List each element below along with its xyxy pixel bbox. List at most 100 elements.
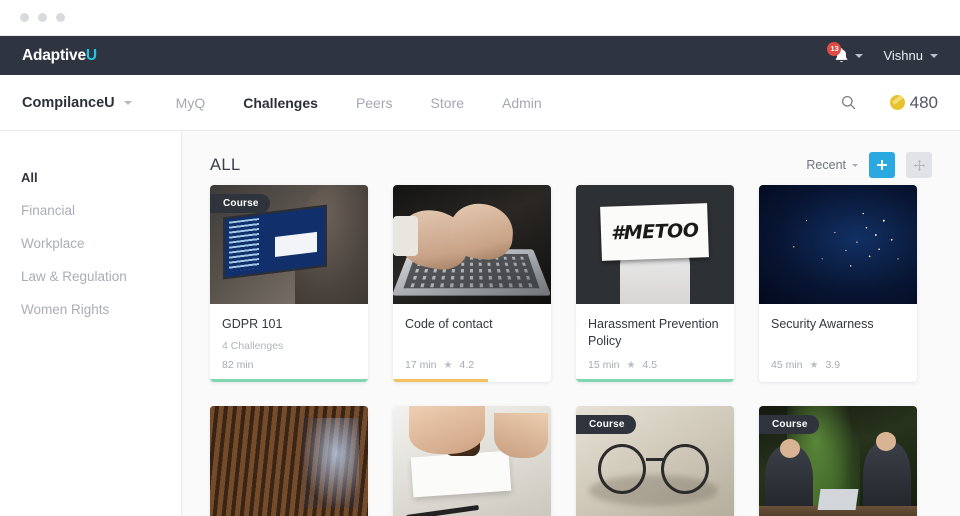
card-progress-bar <box>210 379 368 382</box>
card-duration: 82 min <box>222 359 254 371</box>
logo-text-accent: U <box>85 46 97 64</box>
page-title: ALL <box>210 155 241 174</box>
chevron-down-icon-notifications <box>855 53 864 58</box>
sidebar-item-all[interactable]: All <box>0 161 181 194</box>
sidebar-item-women-rights[interactable]: Women Rights <box>0 293 181 326</box>
card-progress-fill <box>393 379 488 382</box>
card-progress-fill <box>576 379 734 382</box>
sidebar-item-label: Financial <box>21 203 76 218</box>
nav-link-admin[interactable]: Admin <box>502 95 542 111</box>
card-title: Harassment Prevention Policy <box>588 317 719 348</box>
sidebar-item-workplace[interactable]: Workplace <box>0 227 181 260</box>
card-type-badge: Course <box>759 415 819 434</box>
navbar-right: 480 <box>841 93 938 113</box>
card-thumbnail <box>393 185 551 304</box>
thumbnail-image-notary <box>393 406 551 516</box>
course-card[interactable]: #METOO Harassment Prevention Policy 15 m… <box>576 185 734 382</box>
chevron-down-icon-sort <box>852 163 858 167</box>
org-name-label: CompilanceU <box>22 94 115 111</box>
course-card[interactable] <box>393 406 551 516</box>
card-thumbnail: Course <box>210 185 368 304</box>
search-icon[interactable] <box>841 95 856 110</box>
content-header: ALL Recent <box>210 131 932 185</box>
notifications-button[interactable]: 13 <box>827 42 864 64</box>
plus-icon <box>876 159 888 171</box>
sort-label: Recent <box>806 158 846 172</box>
nav-link-challenges[interactable]: Challenges <box>243 95 318 111</box>
sidebar-item-label: Workplace <box>21 236 85 251</box>
chevron-down-icon-user <box>930 53 938 58</box>
org-switcher[interactable]: CompilanceU <box>22 95 132 111</box>
card-progress-bar <box>576 379 734 382</box>
content-area: ALL Recent Course GDPR 101 4 Challenges … <box>182 131 960 516</box>
card-thumbnail <box>393 406 551 516</box>
course-card[interactable]: Security Awarness 45 min ★ 3.9 <box>759 185 917 382</box>
app-logo[interactable]: AdaptiveU <box>22 47 97 65</box>
sidebar-item-label: All <box>21 170 38 185</box>
sort-dropdown[interactable]: Recent <box>806 158 858 172</box>
card-thumbnail: Course <box>759 406 917 516</box>
thumbnail-image-usa-night <box>759 185 917 304</box>
add-button[interactable] <box>869 152 895 178</box>
card-rating: 4.2 <box>459 359 475 371</box>
top-bar-right: 13 Vishnu <box>827 42 938 64</box>
category-sidebar: All Financial Workplace Law & Regulation… <box>0 131 182 516</box>
course-card[interactable]: Course GDPR 101 4 Challenges 82 min <box>210 185 368 382</box>
rearrange-button[interactable] <box>906 152 932 178</box>
course-card[interactable]: Code of contact 17 min ★ 4.2 <box>393 185 551 382</box>
card-thumbnail: #METOO <box>576 185 734 304</box>
thumbnail-image-typing <box>393 185 551 304</box>
card-rating: 3.9 <box>825 359 841 371</box>
chevron-down-icon-org <box>123 100 132 105</box>
star-icon: ★ <box>626 359 636 371</box>
points-value: 480 <box>909 92 938 112</box>
card-type-badge: Course <box>576 415 636 434</box>
card-body: Security Awarness 45 min ★ 3.9 <box>759 304 917 382</box>
top-bar: AdaptiveU 13 Vishnu <box>0 36 960 75</box>
card-body: GDPR 101 4 Challenges 82 min <box>210 304 368 382</box>
page-body: All Financial Workplace Law & Regulation… <box>0 131 960 516</box>
card-body: Harassment Prevention Policy 15 min ★ 4.… <box>576 304 734 382</box>
points-indicator[interactable]: 480 <box>889 92 938 113</box>
metoo-sign-text: #METOO <box>610 219 700 245</box>
card-rating: 4.5 <box>642 359 658 371</box>
main-navbar: CompilanceU MyQ Challenges Peers Store A… <box>0 75 960 131</box>
user-menu[interactable]: Vishnu <box>883 48 938 63</box>
thumbnail-image-library <box>210 406 368 516</box>
card-meta: 45 min ★ 3.9 <box>771 359 905 382</box>
window-chrome <box>0 0 960 36</box>
card-body: Code of contact 17 min ★ 4.2 <box>393 304 551 382</box>
card-subtitle: 4 Challenges <box>222 339 284 352</box>
sidebar-item-law-regulation[interactable]: Law & Regulation <box>0 260 181 293</box>
card-thumbnail: Course <box>576 406 734 516</box>
thumbnail-image-metoo: #METOO <box>576 185 734 304</box>
user-name-label: Vishnu <box>883 48 923 63</box>
card-progress-bar <box>393 379 551 382</box>
logo-text-main: Adaptive <box>22 46 86 64</box>
card-title: Security Awarness <box>771 317 874 331</box>
star-icon: ★ <box>443 359 453 371</box>
card-title: GDPR 101 <box>222 317 283 331</box>
window-dot-minimize[interactable] <box>38 13 47 22</box>
card-duration: 45 min <box>771 359 803 371</box>
card-duration: 17 min <box>405 359 437 371</box>
course-card[interactable]: Course <box>759 406 917 516</box>
card-title: Code of contact <box>405 317 493 331</box>
star-icon: ★ <box>809 359 819 371</box>
nav-link-store[interactable]: Store <box>431 95 464 111</box>
card-type-badge: Course <box>210 194 270 213</box>
window-dot-maximize[interactable] <box>56 13 65 22</box>
sidebar-item-label: Women Rights <box>21 302 110 317</box>
course-card[interactable] <box>210 406 368 516</box>
course-card-grid: Course GDPR 101 4 Challenges 82 min Code… <box>210 185 932 516</box>
course-card[interactable]: Course <box>576 406 734 516</box>
window-dot-close[interactable] <box>20 13 29 22</box>
card-duration: 15 min <box>588 359 620 371</box>
coin-icon <box>889 95 905 110</box>
sidebar-item-label: Law & Regulation <box>21 269 127 284</box>
move-arrows-icon <box>913 159 926 172</box>
content-toolbar: Recent <box>806 152 932 178</box>
nav-link-myq[interactable]: MyQ <box>176 95 206 111</box>
sidebar-item-financial[interactable]: Financial <box>0 194 181 227</box>
nav-link-peers[interactable]: Peers <box>356 95 393 111</box>
